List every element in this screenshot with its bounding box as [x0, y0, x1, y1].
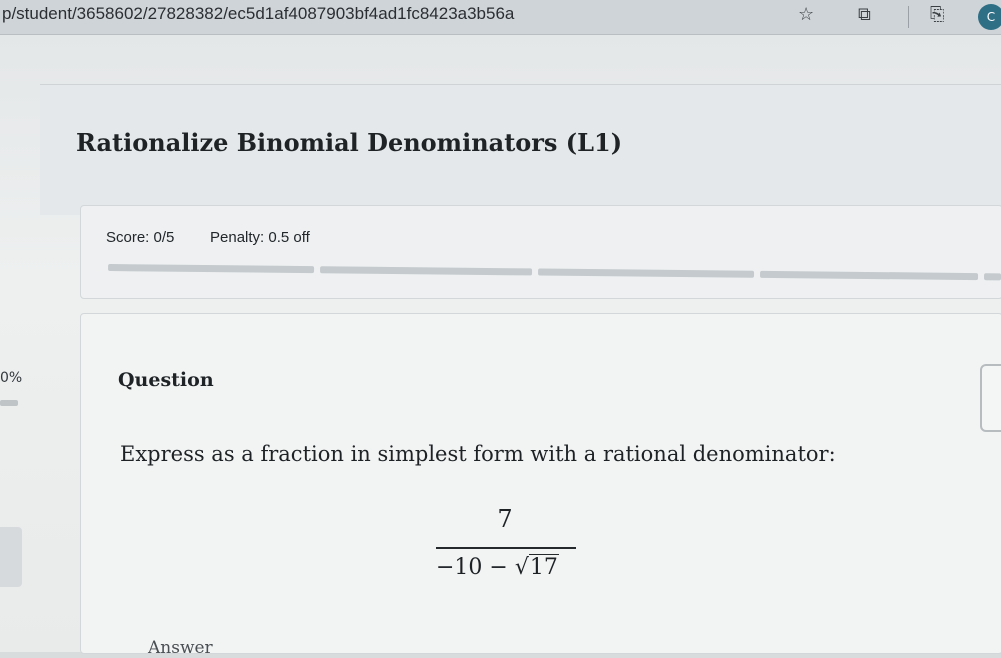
url-text[interactable]: p/student/3658602/27828382/ec5d1af408790…	[2, 4, 514, 24]
sqrt-icon: √	[514, 555, 529, 580]
question-card	[80, 313, 1001, 654]
star-icon[interactable]: ☆	[798, 4, 814, 25]
score-text: Score: 0/5	[106, 229, 175, 246]
question-instruction: Express as a fraction in simplest form w…	[120, 442, 836, 466]
progress-segment	[760, 270, 979, 281]
question-label: Question	[118, 369, 214, 391]
page-title: Rationalize Binomial Denominators (L1)	[76, 128, 623, 157]
clipboard-icon[interactable]: ⎘	[930, 4, 944, 25]
progress-segment	[983, 273, 1001, 281]
radicand: 17	[528, 554, 559, 580]
side-percent: 0%	[0, 370, 23, 386]
progress-segment	[108, 264, 315, 274]
fraction-bar	[436, 547, 576, 549]
fraction-numerator: 7	[497, 505, 513, 533]
extensions-icon[interactable]: ⧉	[858, 4, 871, 25]
profile-icon[interactable]: C	[978, 4, 1001, 30]
side-progress-bar	[0, 400, 18, 406]
fraction-denominator: −10 − √17	[436, 554, 559, 580]
penalty-text: Penalty: 0.5 off	[210, 229, 310, 246]
progress-segment	[320, 266, 533, 276]
toolbar-divider	[908, 6, 909, 28]
progress-segment	[538, 268, 755, 278]
denominator-prefix: −10 −	[436, 555, 515, 580]
answer-label: Answer	[148, 638, 213, 658]
side-panel-tab[interactable]	[0, 527, 22, 587]
side-box[interactable]	[980, 364, 1001, 432]
math-fraction: 7 −10 − √17	[430, 505, 580, 595]
browser-address-bar[interactable]: p/student/3658602/27828382/ec5d1af408790…	[0, 0, 1001, 35]
